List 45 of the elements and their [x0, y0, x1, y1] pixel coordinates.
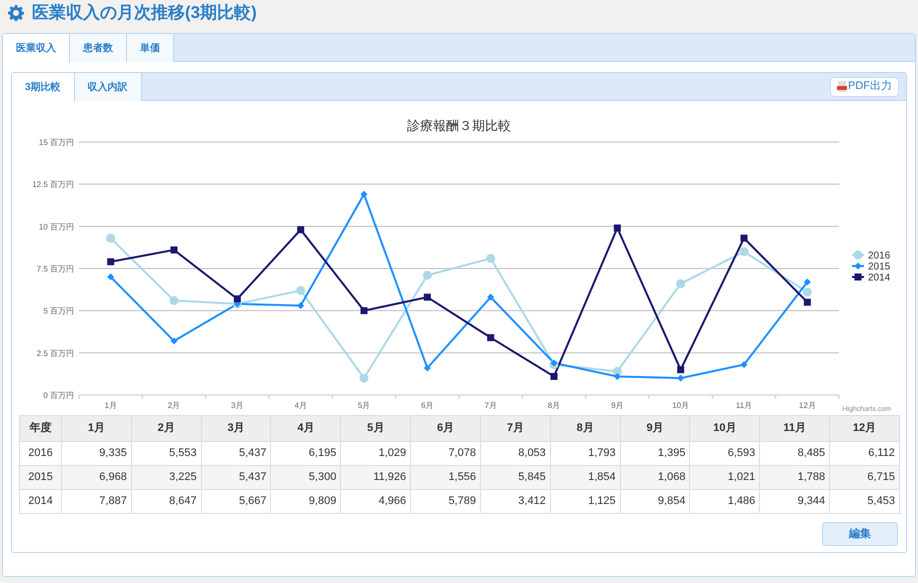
- table-cell: 1,125: [550, 490, 620, 514]
- axis-label: 9月: [611, 401, 624, 410]
- table-cell: 9,854: [620, 490, 690, 514]
- table-cell: 1,486: [690, 490, 760, 514]
- tab[interactable]: 単価: [127, 34, 174, 62]
- table-cell: 9,344: [760, 490, 830, 514]
- table-cell: 5,667: [201, 490, 271, 514]
- pdf-export-button[interactable]: PDF出力: [830, 76, 899, 96]
- axis-label: 8月: [548, 401, 560, 410]
- table-cell: 8,647: [131, 490, 202, 514]
- page-title: 医業収入の月次推移(3期比較): [32, 2, 257, 24]
- axis-label: 15 百万円: [38, 138, 74, 147]
- axis-label: 10 百万円: [38, 222, 74, 232]
- table-cell: 4,966: [340, 490, 411, 514]
- tab[interactable]: 患者数: [70, 34, 127, 62]
- table-cell: 3,412: [480, 490, 550, 514]
- table-cell: 2014: [20, 490, 62, 514]
- axis-label: 4月: [294, 401, 307, 410]
- axis-label: 12月: [798, 401, 816, 410]
- table-cell: 5,789: [410, 490, 480, 514]
- axis-label: 10月: [672, 401, 690, 410]
- table-cell: 5,453: [830, 490, 900, 514]
- axis-label: 5月: [358, 401, 370, 410]
- axis-label: 6月: [421, 401, 434, 410]
- chart-title: 診療報酬３期比較: [407, 118, 511, 133]
- table-cell: 7,887: [62, 490, 132, 514]
- edit-button[interactable]: 編集: [822, 522, 898, 546]
- axis-label: 3月: [231, 401, 244, 410]
- axis-label: 1月: [104, 401, 117, 410]
- legend-label[interactable]: 2014: [868, 272, 890, 284]
- tab[interactable]: 3期比較: [12, 73, 75, 102]
- axis-label: 11月: [736, 401, 752, 410]
- axis-label: 2月: [168, 401, 180, 410]
- legend-label[interactable]: 2015: [868, 262, 890, 272]
- axis-label: 0 百万円: [43, 391, 74, 400]
- axis-label: 7.5 百万円: [36, 264, 74, 274]
- tab[interactable]: 医業収入: [3, 34, 70, 63]
- axis-label: 7月: [484, 401, 497, 410]
- tab[interactable]: 収入内訳: [74, 73, 142, 101]
- axis-label: 12.5 百万円: [32, 180, 74, 190]
- column-header: 年度: [20, 416, 62, 442]
- legend-label[interactable]: 2016: [868, 250, 890, 262]
- table-cell: 9,809: [270, 490, 341, 514]
- axis-label: 2.5 百万円: [36, 348, 74, 358]
- axis-label: 5 百万円: [43, 306, 74, 316]
